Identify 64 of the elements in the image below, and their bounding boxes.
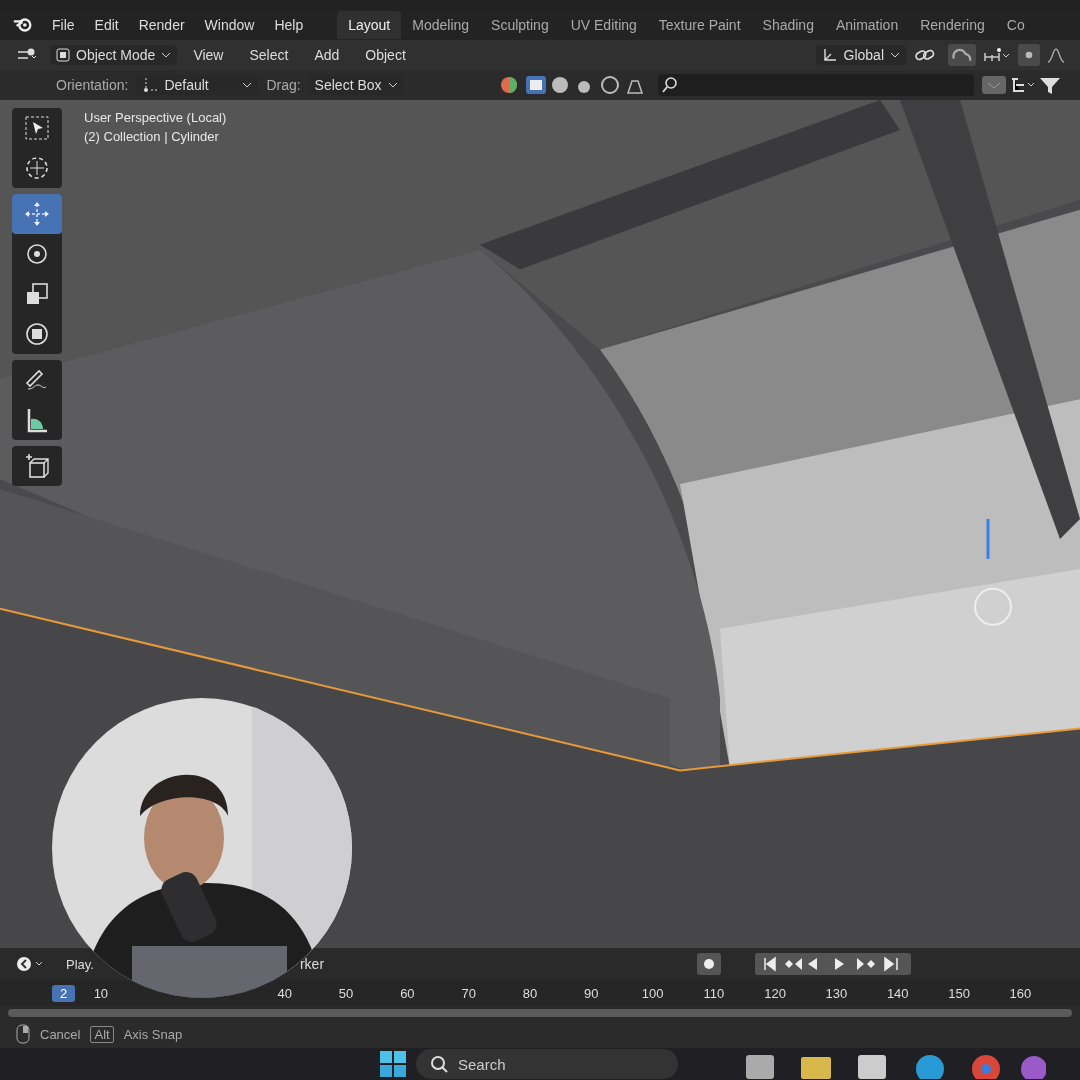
frame-number: 60 [399, 985, 416, 1001]
menu-item[interactable]: Help [264, 17, 314, 33]
cancel-hint: Cancel [40, 1026, 81, 1042]
menu-item[interactable]: Render [128, 17, 195, 33]
frame-number: 130 [824, 985, 849, 1001]
header-menu[interactable]: Object [355, 47, 416, 63]
mouse-icon [16, 1024, 30, 1044]
header-menu[interactable]: View [183, 47, 234, 63]
search-icon [430, 1055, 448, 1073]
snap-icon[interactable] [948, 44, 976, 66]
frame-number: 70 [460, 985, 477, 1001]
frame-number: 10 [92, 985, 110, 1001]
frame-number: 150 [947, 985, 971, 1001]
workspace-tab[interactable]: Modeling [401, 11, 481, 39]
caret-icon [890, 52, 900, 58]
header-menu[interactable]: Select [239, 47, 299, 63]
workspace-tab[interactable]: Co [995, 11, 1036, 39]
marker-menu[interactable]: rker [295, 956, 329, 972]
header-menu[interactable]: Add [304, 47, 350, 63]
cube-mode-icon [56, 48, 70, 62]
search-icon [661, 77, 678, 93]
frame-number: 80 [521, 985, 539, 1001]
workspace-tab[interactable]: UV Editing [559, 11, 648, 39]
playback-menu[interactable]: Play. [50, 956, 98, 972]
frame-number: 100 [640, 985, 665, 1001]
caret-icon [161, 52, 172, 58]
workspace-tab[interactable]: Layout [337, 11, 402, 39]
frame-number: 90 [583, 985, 600, 1001]
frame-number: 40 [276, 985, 293, 1001]
orientation-dropdown[interactable]: Default [136, 75, 259, 95]
mode-dropdown[interactable]: Object Mode [50, 45, 178, 65]
record-button[interactable] [697, 953, 721, 975]
frame-number: 140 [885, 985, 910, 1001]
transform-orientation-dropdown[interactable]: Global [815, 45, 906, 65]
editor-type-icon[interactable] [16, 48, 38, 62]
axis-snap-hint: Axis Snap [123, 1026, 183, 1042]
timeline-scrollbar[interactable] [8, 1009, 1072, 1017]
workspace-tab[interactable]: Sculpting [480, 11, 560, 39]
workspace-tab[interactable]: Rendering [909, 11, 996, 39]
workspace-tab[interactable]: Shading [751, 11, 825, 39]
caret-icon [242, 82, 253, 88]
frame-number: 120 [763, 985, 787, 1001]
drag-dropdown[interactable]: Select Box [308, 75, 404, 95]
windows-start-icon[interactable] [378, 1049, 408, 1079]
frame-number: 110 [702, 985, 726, 1001]
current-frame-indicator[interactable]: 2 [52, 984, 76, 1002]
axes-icon [821, 47, 838, 63]
menu-item[interactable]: Edit [84, 17, 129, 33]
pivot-icon [142, 77, 159, 93]
taskbar-search-field[interactable]: Search [416, 1049, 678, 1079]
drag-label: Drag: [266, 77, 301, 93]
frame-number: 160 [1008, 985, 1033, 1001]
frame-number: 50 [337, 985, 355, 1001]
playback-controls[interactable] [755, 953, 911, 975]
caret-icon [387, 82, 398, 88]
orientation-label: Orientation: [56, 77, 129, 93]
menu-item[interactable]: Window [194, 17, 265, 33]
workspace-tab[interactable]: Animation [824, 11, 910, 39]
search-field[interactable] [657, 74, 974, 96]
workspace-tab[interactable]: Texture Paint [647, 11, 752, 39]
menu-item[interactable]: File [42, 17, 85, 33]
increment-icon[interactable] [982, 47, 1012, 63]
alt-key: Alt [90, 1025, 114, 1043]
proportional-edit-icon[interactable] [1018, 44, 1040, 66]
